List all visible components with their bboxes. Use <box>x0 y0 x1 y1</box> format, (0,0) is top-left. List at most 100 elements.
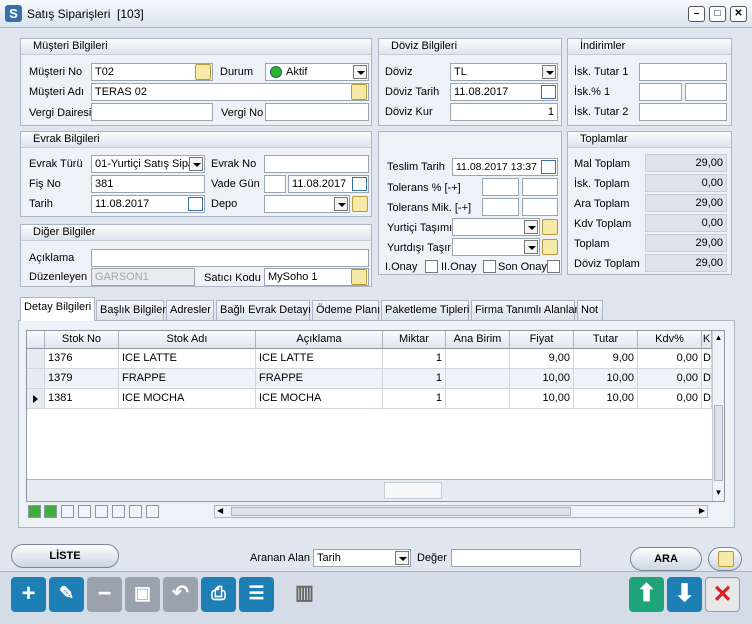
move-up-button[interactable]: ⬆ <box>629 577 664 612</box>
table-cell[interactable]: ICE MOCHA <box>256 389 383 409</box>
table-cell[interactable]: 9,00 <box>574 349 638 369</box>
delete-row-icon[interactable] <box>78 505 91 518</box>
iionay-checkbox[interactable] <box>483 260 496 273</box>
scroll-thumb[interactable] <box>714 405 723 481</box>
table-cell[interactable]: 0,00 <box>638 389 702 409</box>
table-cell[interactable] <box>446 349 510 369</box>
aranan-alan-select[interactable]: Tarih <box>313 549 411 567</box>
col-fiyat[interactable]: Fiyat <box>510 331 574 349</box>
col-k[interactable]: K <box>702 331 712 349</box>
yurtici-search-icon[interactable] <box>542 219 558 235</box>
table-cell[interactable]: 10,00 <box>510 369 574 389</box>
aciklama-field[interactable] <box>91 249 369 267</box>
move-down-icon[interactable] <box>44 505 57 518</box>
table-cell[interactable]: 0,00 <box>638 369 702 389</box>
table-cell[interactable]: D <box>702 389 712 409</box>
satici-search-icon[interactable] <box>351 269 367 285</box>
filter-icon[interactable] <box>146 505 159 518</box>
chevron-down-icon[interactable] <box>395 551 409 565</box>
tolerans-yuzde-min[interactable] <box>482 178 519 196</box>
tab-bagli-evrak[interactable]: Bağlı Evrak Detayı <box>216 300 311 320</box>
yurtdisi-search-icon[interactable] <box>542 239 558 255</box>
edit-button[interactable]: ✎ <box>49 577 84 612</box>
table-cell[interactable]: FRAPPE <box>119 369 256 389</box>
search-extra-button[interactable] <box>708 547 742 571</box>
chevron-down-icon[interactable] <box>334 197 348 211</box>
calendar-icon[interactable] <box>188 197 203 211</box>
ionay-checkbox[interactable] <box>425 260 438 273</box>
vade-tarih-field[interactable]: 11.08.2017 <box>288 175 369 193</box>
maximize-icon[interactable]: □ <box>709 6 726 22</box>
table-cell[interactable]: 1381 <box>45 389 119 409</box>
satici-kodu-field[interactable]: MySoho 1 <box>264 268 369 286</box>
vergi-dairesi-field[interactable] <box>91 103 213 121</box>
close-button[interactable]: ✕ <box>705 577 740 612</box>
row-indicator[interactable] <box>27 369 45 389</box>
table-cell[interactable]: 1 <box>383 389 446 409</box>
scroll-up-icon[interactable]: ▲ <box>714 333 723 344</box>
table-cell[interactable]: ICE LATTE <box>119 349 256 369</box>
table-cell[interactable] <box>446 369 510 389</box>
tarih-field[interactable]: 11.08.2017 <box>91 195 205 213</box>
table-cell[interactable]: 10,00 <box>510 389 574 409</box>
table-cell[interactable]: 1376 <box>45 349 119 369</box>
sononay-checkbox[interactable] <box>547 260 560 273</box>
new-row-icon[interactable] <box>61 505 74 518</box>
chevron-down-icon[interactable] <box>524 220 538 234</box>
calendar-icon[interactable] <box>352 177 367 191</box>
tab-odeme-plani[interactable]: Ödeme Planı <box>312 300 380 320</box>
teslim-tarih-field[interactable]: 11.08.2017 13:37 <box>452 158 558 176</box>
calendar-icon[interactable] <box>541 160 556 174</box>
table-cell[interactable]: 10,00 <box>574 389 638 409</box>
col-ana-birim[interactable]: Ana Birim <box>446 331 510 349</box>
table-cell[interactable]: 9,00 <box>510 349 574 369</box>
h-scroll-thumb[interactable] <box>231 507 571 516</box>
table-cell[interactable]: 1 <box>383 349 446 369</box>
table-cell[interactable]: D <box>702 369 712 389</box>
isk-tutar2-field[interactable] <box>639 103 727 121</box>
col-kdv[interactable]: Kdv% <box>638 331 702 349</box>
yurtdisi-select[interactable] <box>452 238 540 256</box>
scroll-right-icon[interactable]: ▶ <box>699 506 705 515</box>
tab-paketleme[interactable]: Paketleme Tipleri <box>381 300 469 320</box>
evrak-turu-select[interactable]: 01-Yurtiçi Satış Sipa <box>91 155 205 173</box>
col-tutar[interactable]: Tutar <box>574 331 638 349</box>
col-stok-no[interactable]: Stok No <box>45 331 119 349</box>
undo-row-icon[interactable] <box>129 505 142 518</box>
close-icon[interactable]: ✕ <box>730 6 747 22</box>
vertical-scrollbar[interactable]: ▲ ▼ <box>712 331 724 501</box>
doviz-kur-field[interactable]: 1 <box>450 103 558 121</box>
musteri-no-field[interactable]: T02 <box>91 63 213 81</box>
edit-row-icon[interactable] <box>95 505 108 518</box>
table-cell[interactable]: 1 <box>383 369 446 389</box>
save-button[interactable]: ▣ <box>125 577 160 612</box>
minimize-icon[interactable]: – <box>688 6 705 22</box>
depo-search-icon[interactable] <box>352 196 368 212</box>
chevron-down-icon[interactable] <box>189 157 203 171</box>
chevron-down-icon[interactable] <box>542 65 556 79</box>
delete-button[interactable]: − <box>87 577 122 612</box>
ara-button[interactable]: ARA <box>630 547 702 571</box>
print-button[interactable]: ⎙ <box>201 577 236 612</box>
col-stok-adi[interactable]: Stok Adı <box>119 331 256 349</box>
table-cell[interactable]: 1379 <box>45 369 119 389</box>
durum-select[interactable]: Aktif <box>265 63 369 81</box>
row-indicator[interactable] <box>27 389 45 409</box>
tab-adresler[interactable]: Adresler <box>166 300 214 320</box>
evrak-no-field[interactable] <box>264 155 369 173</box>
scroll-down-icon[interactable]: ▼ <box>714 488 723 499</box>
tolerans-yuzde-max[interactable] <box>522 178 558 196</box>
yurtici-select[interactable] <box>452 218 540 236</box>
tab-not[interactable]: Not <box>577 300 603 320</box>
vade-gun-field[interactable] <box>264 175 286 193</box>
table-cell[interactable]: FRAPPE <box>256 369 383 389</box>
tab-detay[interactable]: Detay Bilgileri <box>20 297 95 321</box>
tab-firma-alanlar[interactable]: Firma Tanımlı Alanlar <box>471 300 578 320</box>
horizontal-scrollbar[interactable]: ◀ ▶ <box>214 505 708 518</box>
col-aciklama[interactable]: Açıklama <box>256 331 383 349</box>
tab-baslik[interactable]: Başlık Bilgileri <box>96 300 168 320</box>
table-cell[interactable]: ICE MOCHA <box>119 389 256 409</box>
table-cell[interactable]: 0,00 <box>638 349 702 369</box>
calendar-icon[interactable] <box>541 85 556 99</box>
musteri-adi-field[interactable]: TERAS 02 <box>91 83 369 101</box>
